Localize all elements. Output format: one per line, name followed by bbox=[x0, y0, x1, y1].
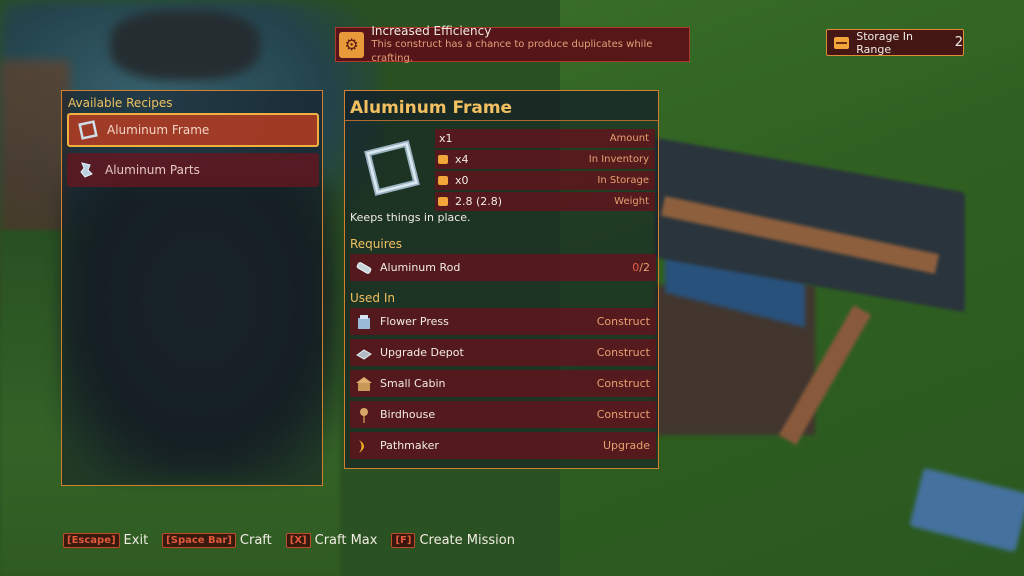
item-preview-image bbox=[360, 136, 424, 200]
frame-icon bbox=[77, 119, 99, 141]
stat-weight: 2.8 (2.8) Weight bbox=[435, 192, 655, 211]
hint-craft[interactable]: [Space Bar] Craft bbox=[162, 532, 272, 548]
notice-description: This construct has a chance to produce d… bbox=[371, 38, 653, 64]
available-recipes-panel: Available Recipes Aluminum Frame Aluminu… bbox=[61, 90, 323, 486]
press-icon bbox=[354, 312, 374, 332]
chest-icon bbox=[834, 36, 850, 49]
requirement-aluminum-rod[interactable]: Aluminum Rod 0 /2 bbox=[350, 254, 656, 281]
storage-in-range: Storage In Range 2 bbox=[826, 29, 964, 56]
hint-craft-max[interactable]: [X] Craft Max bbox=[285, 532, 377, 548]
weight-icon bbox=[438, 197, 448, 206]
key-x: [X] bbox=[285, 532, 311, 548]
recipe-detail-panel: Aluminum Frame x1 Amount x4 In Inventory… bbox=[344, 90, 659, 469]
recipe-label: Aluminum Parts bbox=[105, 163, 200, 177]
key-f: [F] bbox=[391, 532, 416, 548]
used-in-flower-press[interactable]: Flower Press Construct bbox=[350, 308, 656, 335]
used-in-pathmaker[interactable]: Pathmaker Upgrade bbox=[350, 432, 656, 459]
cabin-icon bbox=[354, 374, 374, 394]
inventory-icon bbox=[438, 155, 448, 164]
requires-heading: Requires bbox=[350, 237, 403, 251]
storage-label: Storage In Range bbox=[856, 29, 913, 56]
hint-exit[interactable]: [Escape] Exit bbox=[63, 532, 148, 548]
stat-in-storage: x0 In Storage bbox=[435, 171, 655, 190]
used-in-heading: Used In bbox=[350, 291, 395, 305]
notice-title: Increased Efficiency bbox=[371, 23, 492, 38]
storage-count: 2 bbox=[954, 35, 963, 50]
increased-efficiency-notice: ⚙ Increased Efficiency This construct ha… bbox=[335, 23, 690, 64]
recipe-aluminum-frame[interactable]: Aluminum Frame bbox=[67, 113, 319, 147]
recipe-label: Aluminum Frame bbox=[107, 123, 210, 137]
used-in-birdhouse[interactable]: Birdhouse Construct bbox=[350, 401, 656, 428]
stat-in-inventory: x4 In Inventory bbox=[435, 150, 655, 169]
hint-create-mission[interactable]: [F] Create Mission bbox=[391, 532, 515, 548]
gear-icon: ⚙ bbox=[339, 31, 365, 58]
requirement-need: /2 bbox=[639, 261, 650, 274]
stat-amount: x1 Amount bbox=[435, 129, 655, 148]
depot-icon bbox=[354, 343, 374, 363]
recipe-aluminum-parts[interactable]: Aluminum Parts bbox=[67, 153, 319, 187]
key-hints-bar: [Escape] Exit [Space Bar] Craft [X] Craf… bbox=[63, 531, 529, 549]
recipes-title: Available Recipes bbox=[68, 96, 173, 110]
used-in-upgrade-depot[interactable]: Upgrade Depot Construct bbox=[350, 339, 656, 366]
used-in-small-cabin[interactable]: Small Cabin Construct bbox=[350, 370, 656, 397]
key-escape: [Escape] bbox=[63, 532, 120, 548]
key-space-bar: [Space Bar] bbox=[162, 532, 236, 548]
requirement-have: 0 bbox=[632, 261, 640, 274]
pathmaker-icon bbox=[354, 436, 374, 456]
rod-icon bbox=[354, 258, 374, 278]
detail-title: Aluminum Frame bbox=[345, 91, 658, 121]
item-description: Keeps things in place. bbox=[350, 211, 471, 224]
storage-icon bbox=[438, 176, 448, 185]
parts-icon bbox=[75, 159, 97, 181]
birdhouse-icon bbox=[354, 405, 374, 425]
